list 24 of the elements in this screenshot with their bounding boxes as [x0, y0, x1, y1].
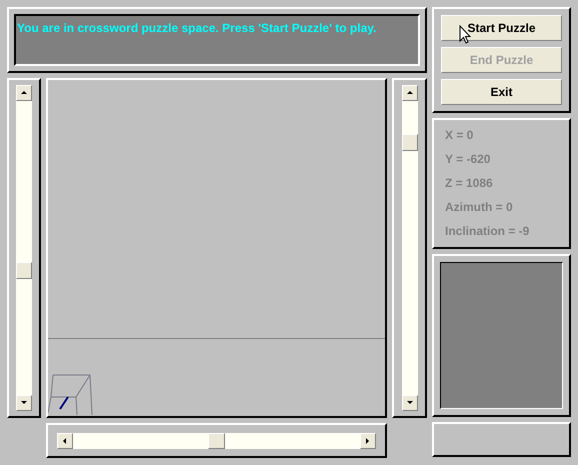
coordinate-readout: Y = -620: [445, 151, 492, 167]
right-arrow-icon: [364, 436, 372, 444]
scroll-up-button[interactable]: [16, 85, 32, 101]
down-arrow-icon: [406, 399, 414, 407]
left-arrow-icon: [61, 436, 69, 444]
scrollbar-thumb[interactable]: [402, 134, 418, 152]
scroll-down-button[interactable]: [402, 395, 418, 411]
action-button[interactable]: Start Puzzle: [441, 15, 562, 41]
scrollbar-thumb[interactable]: [208, 432, 225, 448]
up-arrow-icon: [406, 89, 414, 97]
scroll-left-button[interactable]: [57, 432, 73, 448]
coordinate-readout: X = 0: [445, 127, 474, 143]
scroll-right-button[interactable]: [360, 432, 376, 448]
coordinate-readout: Z = 1086: [445, 175, 494, 191]
down-arrow-icon: [20, 399, 28, 407]
action-button[interactable]: Exit: [441, 79, 562, 105]
coordinate-readout: Inclination = -9: [445, 223, 530, 239]
scroll-down-button[interactable]: [16, 395, 32, 411]
scroll-up-button[interactable]: [402, 85, 418, 101]
wireframe-cube-drawing: [48, 373, 94, 416]
status-message: You are in crossword puzzle space. Press 'Start Puzzle' to play.: [17, 21, 376, 35]
up-arrow-icon: [20, 89, 28, 97]
scrollbar-thumb[interactable]: [16, 262, 32, 279]
coordinate-readout: Azimuth = 0: [445, 199, 514, 215]
